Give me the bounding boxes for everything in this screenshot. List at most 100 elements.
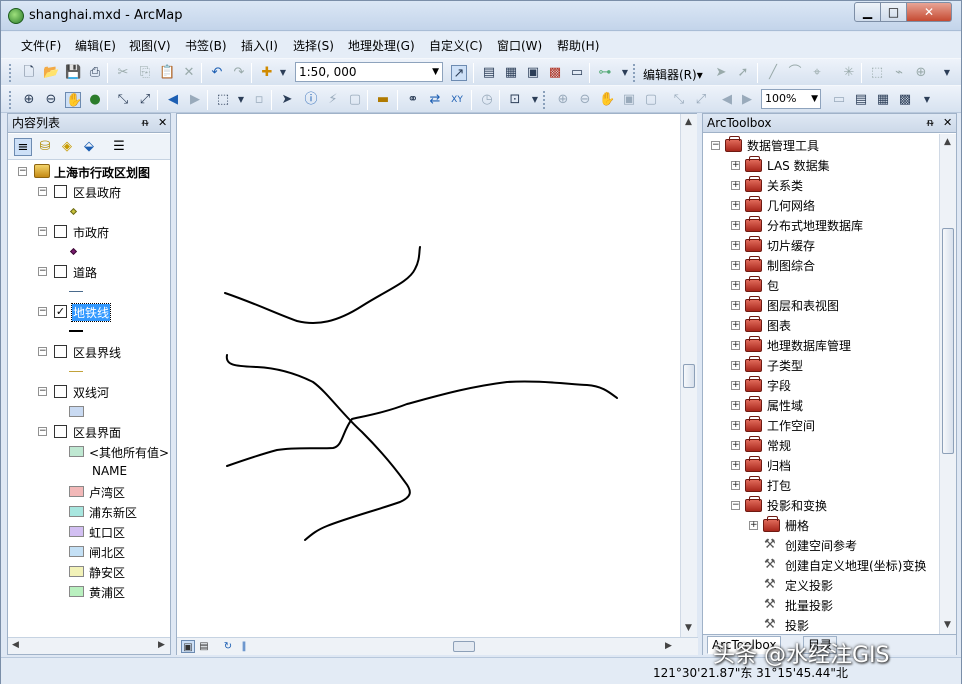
- catalog-window-icon[interactable]: ▦: [503, 65, 519, 81]
- pin-icon[interactable]: ᵰ: [927, 114, 933, 132]
- collapse-icon[interactable]: −: [38, 307, 47, 316]
- add-data-icon[interactable]: ✚: [259, 65, 275, 81]
- expand-icon[interactable]: +: [731, 301, 740, 310]
- toolbar-grip[interactable]: [633, 64, 636, 82]
- editor-menu[interactable]: 编辑器(R)▾: [643, 66, 703, 83]
- redo-icon[interactable]: ↷: [231, 65, 247, 81]
- expand-icon[interactable]: +: [731, 441, 740, 450]
- map-display[interactable]: ▲ ▼ ▣ ▤ ↻ ‖ ▶: [176, 113, 698, 655]
- expand-icon[interactable]: +: [731, 321, 740, 330]
- find-icon[interactable]: ⚭: [405, 92, 421, 108]
- expand-icon[interactable]: +: [731, 281, 740, 290]
- list-by-selection-icon[interactable]: ⬙: [80, 138, 98, 156]
- toolbar-grip[interactable]: [9, 91, 12, 109]
- toolbar-grip[interactable]: [543, 91, 546, 109]
- zoom-out-icon[interactable]: ⊖: [43, 92, 59, 108]
- scroll-down-icon[interactable]: ▼: [685, 623, 692, 633]
- endpoint-arc-icon[interactable]: ⌒: [787, 65, 803, 81]
- collapse-icon[interactable]: −: [38, 387, 47, 396]
- collapse-icon[interactable]: −: [38, 227, 47, 236]
- list-by-drawing-order-icon[interactable]: ≡: [14, 138, 32, 156]
- menu-insert[interactable]: 插入(I): [241, 37, 278, 54]
- straight-segment-icon[interactable]: ╱: [765, 65, 781, 81]
- menu-edit[interactable]: 编辑(E): [75, 37, 116, 54]
- toolset-item[interactable]: 图层和表视图: [767, 297, 839, 314]
- scroll-up-icon[interactable]: ▲: [944, 137, 951, 147]
- viewer-window-icon[interactable]: ⊡: [507, 92, 523, 108]
- layout-zoom-out-icon[interactable]: ⊖: [577, 92, 593, 108]
- expand-icon[interactable]: +: [731, 181, 740, 190]
- print-icon[interactable]: ⎙: [87, 65, 103, 81]
- tool-item[interactable]: 创建空间参考: [785, 537, 857, 554]
- map-canvas[interactable]: [177, 114, 680, 637]
- expand-icon[interactable]: +: [731, 361, 740, 370]
- layer-checkbox[interactable]: [54, 265, 67, 278]
- layer-name[interactable]: 区县政府: [73, 184, 121, 201]
- add-data-dropdown-icon[interactable]: ▼: [275, 65, 291, 81]
- layer-checkbox[interactable]: [54, 385, 67, 398]
- menu-file[interactable]: 文件(F): [21, 37, 61, 54]
- collapse-icon[interactable]: −: [38, 267, 47, 276]
- scroll-left-icon[interactable]: ◀: [12, 640, 19, 650]
- toolset-item[interactable]: 切片缓存: [767, 237, 815, 254]
- layout-fixed-zoom-out-icon[interactable]: ⤢: [693, 92, 709, 108]
- chevron-down-icon[interactable]: ▼: [811, 90, 818, 108]
- html-popup-icon[interactable]: ▢: [347, 92, 363, 108]
- expand-icon[interactable]: +: [731, 381, 740, 390]
- menu-customize[interactable]: 自定义(C): [429, 37, 483, 54]
- tool-item[interactable]: 批量投影: [785, 597, 833, 614]
- layer-name-selected[interactable]: 地铁线: [70, 303, 112, 322]
- toolset-item[interactable]: 工作空间: [767, 417, 815, 434]
- layer-checkbox[interactable]: ✓: [54, 305, 67, 318]
- toolset-item[interactable]: 制图综合: [767, 257, 815, 274]
- layer-name[interactable]: 双线河: [73, 384, 109, 401]
- toc-horizontal-scrollbar[interactable]: ◀ ▶: [8, 637, 170, 654]
- trace-icon[interactable]: ⌖: [809, 65, 825, 81]
- toolbar-options-icon[interactable]: ▼: [919, 92, 935, 108]
- tool-item[interactable]: 创建自定义地理(坐标)变换: [785, 557, 926, 574]
- data-driven-pages-icon[interactable]: ▩: [897, 92, 913, 108]
- tool-item[interactable]: 投影: [785, 617, 809, 634]
- reshape-icon[interactable]: ⌁: [891, 65, 907, 81]
- layer-checkbox[interactable]: [54, 425, 67, 438]
- time-slider-icon[interactable]: ◷: [479, 92, 495, 108]
- expand-icon[interactable]: +: [731, 221, 740, 230]
- layer-name[interactable]: 市政府: [73, 224, 109, 241]
- toolset-item[interactable]: 打包: [767, 477, 791, 494]
- expand-icon[interactable]: +: [731, 461, 740, 470]
- pause-drawing-icon[interactable]: ‖: [237, 640, 251, 653]
- minimize-button[interactable]: ▁: [854, 2, 881, 22]
- table-window-icon[interactable]: ▤: [481, 65, 497, 81]
- toolset-item[interactable]: 属性域: [767, 397, 803, 414]
- menu-select[interactable]: 选择(S): [293, 37, 334, 54]
- edit-tool-icon[interactable]: ➤: [713, 65, 729, 81]
- toolset-item[interactable]: 地理数据库管理: [767, 337, 851, 354]
- undo-icon[interactable]: ↶: [209, 65, 225, 81]
- select-features-icon[interactable]: ⬚: [215, 92, 231, 108]
- new-document-icon[interactable]: 🗋: [21, 65, 37, 81]
- horizontal-scroll-thumb[interactable]: [453, 641, 475, 652]
- expand-icon[interactable]: +: [749, 521, 758, 530]
- chevron-down-icon[interactable]: ▼: [432, 63, 439, 81]
- expand-icon[interactable]: +: [731, 161, 740, 170]
- toolbar-options-icon[interactable]: ▼: [939, 65, 955, 81]
- cut-polygons-icon[interactable]: ⊕: [913, 65, 929, 81]
- menu-geoprocessing[interactable]: 地理处理(G): [348, 37, 415, 54]
- menu-bookmarks[interactable]: 书签(B): [185, 37, 227, 54]
- toggle-draft-mode-icon[interactable]: ▭: [831, 92, 847, 108]
- toolset-item[interactable]: 分布式地理数据库: [767, 217, 863, 234]
- toolset-item[interactable]: 包: [767, 277, 779, 294]
- layer-checkbox[interactable]: [54, 345, 67, 358]
- pin-icon[interactable]: ᵰ: [142, 114, 148, 132]
- editor-toolbar-icon[interactable]: ↗: [451, 65, 467, 81]
- expand-icon[interactable]: +: [731, 201, 740, 210]
- measure-icon[interactable]: ▬: [375, 92, 391, 108]
- toolbar-options-icon[interactable]: ▼: [527, 92, 543, 108]
- identify-icon[interactable]: ⓘ: [303, 92, 319, 108]
- map-vertical-scrollbar[interactable]: ▲ ▼: [680, 114, 697, 637]
- list-by-source-icon[interactable]: ⛁: [36, 138, 54, 156]
- toolbar-grip[interactable]: [9, 64, 12, 82]
- change-layout-icon[interactable]: ▦: [875, 92, 891, 108]
- scroll-up-icon[interactable]: ▲: [685, 117, 692, 127]
- layout-view-icon[interactable]: ▤: [197, 640, 211, 653]
